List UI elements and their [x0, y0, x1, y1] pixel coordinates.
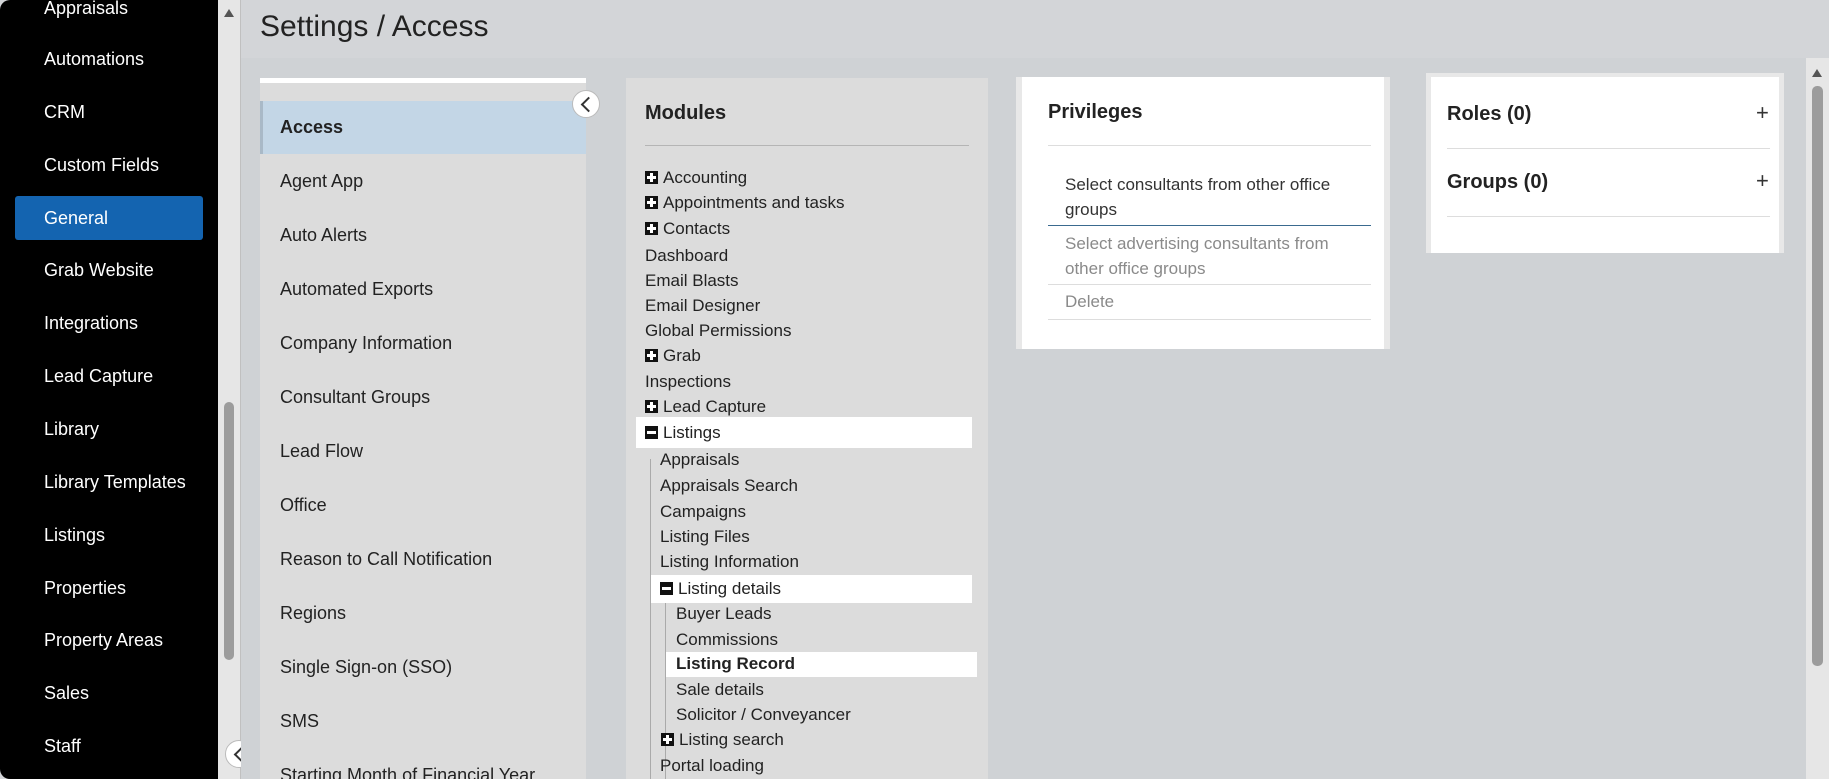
nav-item-sales[interactable]: Sales: [15, 671, 203, 715]
expand-plus-icon[interactable]: [645, 196, 658, 209]
tree-item-listing-files[interactable]: Listing Files: [660, 525, 750, 549]
nav-item-integrations[interactable]: Integrations: [15, 301, 203, 345]
modules-panel: Modules Accounting Appointments and task…: [626, 78, 988, 779]
divider: [1447, 148, 1770, 149]
roles-title[interactable]: Roles (0): [1447, 103, 1531, 126]
main-nav: Appraisals Automations CRM Custom Fields…: [0, 0, 218, 779]
roles-groups-panel: Roles (0) + Groups (0) +: [1426, 73, 1784, 253]
tree-item-buyer-leads[interactable]: Buyer Leads: [676, 602, 771, 626]
page-header: Settings / Access: [241, 0, 1829, 58]
privileges-panel: Privileges Select consultants from other…: [1016, 77, 1390, 349]
submenu-item-company-information[interactable]: Company Information: [260, 317, 586, 370]
submenu-item-lead-flow[interactable]: Lead Flow: [260, 425, 586, 478]
tree-item-listing-search[interactable]: Listing search: [661, 728, 784, 752]
nav-item-custom-fields[interactable]: Custom Fields: [15, 143, 203, 187]
submenu-item-office[interactable]: Office: [260, 479, 586, 532]
tree-item-accounting[interactable]: Accounting: [645, 166, 747, 190]
collapse-minus-icon[interactable]: [660, 582, 673, 595]
page-title: Settings / Access: [260, 10, 489, 43]
nav-item-staff[interactable]: Staff: [15, 724, 203, 768]
add-group-plus-icon[interactable]: +: [1756, 168, 1769, 194]
collapse-submenu-button[interactable]: [572, 90, 600, 118]
groups-title[interactable]: Groups (0): [1447, 171, 1548, 194]
divider: [645, 145, 969, 146]
tree-item-appraisals[interactable]: Appraisals: [660, 448, 739, 472]
tree-item-lead-capture[interactable]: Lead Capture: [645, 395, 766, 419]
nav-item-library-templates[interactable]: Library Templates: [15, 460, 203, 504]
expand-plus-icon[interactable]: [661, 733, 674, 746]
tree-item-listing-record[interactable]: Listing Record: [666, 652, 977, 677]
tree-item-dashboard[interactable]: Dashboard: [645, 244, 728, 268]
nav-item-automations[interactable]: Automations: [15, 37, 203, 81]
tree-item-email-designer[interactable]: Email Designer: [645, 294, 760, 318]
privilege-item-delete[interactable]: Delete: [1048, 286, 1371, 320]
content-scroll-thumb[interactable]: [1812, 86, 1823, 666]
tree-item-portal-loading[interactable]: Portal loading: [660, 754, 764, 778]
tree-item-commissions[interactable]: Commissions: [676, 628, 778, 652]
tree-item-listing-information[interactable]: Listing Information: [660, 550, 799, 574]
expand-plus-icon[interactable]: [645, 400, 658, 413]
nav-scroll-thumb[interactable]: [224, 402, 234, 660]
tree-item-inspections[interactable]: Inspections: [645, 370, 731, 394]
submenu-item-agent-app[interactable]: Agent App: [260, 155, 586, 208]
nav-item-crm[interactable]: CRM: [15, 90, 203, 134]
tree-item-sale-details[interactable]: Sale details: [676, 678, 764, 702]
divider: [1447, 216, 1770, 217]
tree-item-contacts[interactable]: Contacts: [645, 217, 730, 241]
submenu-item-sms[interactable]: SMS: [260, 695, 586, 748]
submenu-item-sso[interactable]: Single Sign-on (SSO): [260, 641, 586, 694]
privilege-item-select-advertising[interactable]: Select advertising consultants from othe…: [1048, 228, 1371, 285]
submenu-item-regions[interactable]: Regions: [260, 587, 586, 640]
collapse-minus-icon[interactable]: [645, 426, 658, 439]
tree-item-global-permissions[interactable]: Global Permissions: [645, 319, 791, 343]
nav-item-library[interactable]: Library: [15, 407, 203, 451]
expand-plus-icon[interactable]: [645, 349, 658, 362]
tree-guide-line: [650, 459, 651, 779]
tree-item-appraisals-search[interactable]: Appraisals Search: [660, 474, 798, 498]
privilege-item-select-consultants[interactable]: Select consultants from other office gro…: [1048, 169, 1371, 226]
nav-item-general[interactable]: General: [15, 196, 203, 240]
tree-item-listing-details[interactable]: Listing details: [651, 575, 972, 603]
scroll-up-arrow-icon[interactable]: [1812, 69, 1822, 77]
nav-item-appraisals[interactable]: Appraisals: [15, 0, 203, 30]
scroll-up-arrow-icon[interactable]: [224, 9, 234, 17]
tree-item-appointments[interactable]: Appointments and tasks: [645, 191, 844, 215]
submenu-item-automated-exports[interactable]: Automated Exports: [260, 263, 586, 316]
tree-item-listings[interactable]: Listings: [636, 417, 972, 448]
nav-item-grab-website[interactable]: Grab Website: [15, 248, 203, 292]
nav-item-property-areas[interactable]: Property Areas: [15, 618, 203, 662]
submenu-item-financial-year[interactable]: Starting Month of Financial Year: [260, 749, 586, 779]
submenu-item-reason-to-call[interactable]: Reason to Call Notification: [260, 533, 586, 586]
tree-item-solicitor[interactable]: Solicitor / Conveyancer: [676, 703, 851, 727]
chevron-left-icon: [580, 96, 597, 113]
tree-item-email-blasts[interactable]: Email Blasts: [645, 269, 739, 293]
submenu-item-access[interactable]: Access: [260, 101, 586, 154]
tree-item-grab[interactable]: Grab: [645, 344, 701, 368]
tree-item-campaigns[interactable]: Campaigns: [660, 500, 746, 524]
add-role-plus-icon[interactable]: +: [1756, 100, 1769, 126]
settings-submenu: Access Agent App Auto Alerts Automated E…: [260, 78, 586, 779]
expand-plus-icon[interactable]: [645, 171, 658, 184]
modules-title: Modules: [645, 102, 727, 124]
tree-guide-line: [665, 603, 666, 779]
app-window: Appraisals Automations CRM Custom Fields…: [0, 0, 1829, 779]
submenu-item-auto-alerts[interactable]: Auto Alerts: [260, 209, 586, 262]
nav-item-listings[interactable]: Listings: [15, 513, 203, 557]
nav-item-properties[interactable]: Properties: [15, 566, 203, 610]
nav-scrollbar[interactable]: [218, 0, 241, 779]
expand-plus-icon[interactable]: [645, 222, 658, 235]
content-scrollbar[interactable]: [1806, 58, 1829, 779]
divider: [1048, 145, 1371, 146]
privileges-title: Privileges: [1048, 101, 1143, 123]
nav-item-lead-capture[interactable]: Lead Capture: [15, 354, 203, 398]
submenu-item-consultant-groups[interactable]: Consultant Groups: [260, 371, 586, 424]
